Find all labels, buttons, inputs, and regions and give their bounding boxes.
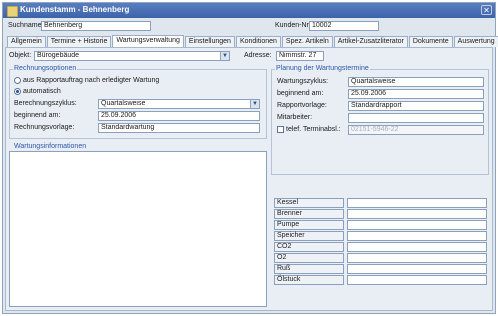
measurement-value-field[interactable] (347, 242, 487, 252)
close-icon[interactable]: ✕ (481, 5, 492, 15)
telef-terminabsl-checkbox[interactable] (277, 126, 284, 133)
measurement-value-field[interactable] (347, 231, 487, 241)
tab-bar: Allgemein Termine + Historie Wartungsver… (7, 35, 498, 47)
chevron-down-icon[interactable]: ▼ (250, 100, 259, 108)
berechnungszyklus-value: Quartalsweise (101, 100, 146, 107)
measurement-value-field[interactable] (347, 253, 487, 263)
title-bar[interactable]: Kundenstamm - Behnenberg ✕ (3, 3, 495, 18)
rapportvorlage-label: Rapportvorlage: (277, 102, 327, 109)
planung-beginn-label: beginnend am: (277, 90, 324, 97)
measurement-label: Brenner (274, 209, 344, 219)
mitarbeiter-field[interactable] (348, 113, 484, 123)
measurement-value-field[interactable] (347, 209, 487, 219)
measurement-label: Kessel (274, 198, 344, 208)
radio-rapportauftrag[interactable] (14, 77, 21, 84)
measurement-label: Ruß (274, 264, 344, 274)
measurement-value-field[interactable] (347, 264, 487, 274)
planung-beginn-field[interactable]: 25.09.2006 (348, 89, 484, 99)
measurement-value-field[interactable] (347, 198, 487, 208)
adresse-field[interactable]: Nimmstr. 27 (276, 51, 324, 61)
kundennr-field[interactable]: 10002 (309, 21, 379, 31)
measurement-label: O2 (274, 253, 344, 263)
rechnungsoptionen-title: Rechnungsoptionen (13, 65, 78, 72)
planung-title: Planung der Wartungstermine (275, 65, 370, 72)
wartungszyklus-field[interactable]: Quartalsweise (348, 77, 484, 87)
measurement-value-field[interactable] (347, 220, 487, 230)
tab-spez-artikeln[interactable]: Spez. Artikeln (281, 36, 333, 47)
kundennr-label: Kunden-Nr: (275, 22, 311, 29)
chevron-down-icon[interactable]: ▼ (220, 52, 229, 60)
berechnungszyklus-label: Berechnungszyklus: (14, 100, 77, 107)
tab-auswertung[interactable]: Auswertung (453, 36, 498, 47)
tab-dokumente[interactable]: Dokumente (408, 36, 453, 47)
radio-automatisch[interactable] (14, 88, 21, 95)
suchname-label: Suchname: (8, 22, 44, 29)
radio-automatisch-label: automatisch (23, 88, 61, 95)
rechnung-beginn-label: beginnend am: (14, 112, 61, 119)
wartungszyklus-label: Wartungszyklus: (277, 78, 329, 85)
tab-termine-historie[interactable]: Termine + Historie (46, 36, 112, 47)
suchname-field[interactable]: Behnenberg (41, 21, 151, 31)
rechnung-beginn-field[interactable]: 25.09.2006 (98, 111, 260, 121)
telef-terminabsl-label: telef. Terminabsl.: (286, 126, 341, 133)
measurement-label: Speicher (274, 231, 344, 241)
measurement-label: CO2 (274, 242, 344, 252)
tab-einstellungen[interactable]: Einstellungen (184, 36, 235, 47)
rapportvorlage-field[interactable]: Standardrapport (348, 101, 484, 111)
rechnungsvorlage-field[interactable]: Standardwartung (98, 123, 260, 133)
tab-wartungsverwaltung[interactable]: Wartungsverwaltung (112, 35, 184, 47)
adresse-label: Adresse: (244, 52, 272, 59)
telef-terminabsl-field[interactable]: 02151-5946-22 (348, 125, 484, 135)
wartungsinfo-title: Wartungsinformationen (13, 143, 88, 150)
rechnungsvorlage-label: Rechnungsvorlage: (14, 124, 75, 131)
objekt-select[interactable]: Bürogebäude ▼ (34, 51, 230, 61)
tab-konditionen[interactable]: Konditionen (235, 36, 281, 47)
app-icon (7, 6, 18, 17)
tab-artikel-zusatz[interactable]: Artikel-Zusatzliterator (333, 36, 408, 47)
kundenstamm-window: Kundenstamm - Behnenberg ✕ Suchname: Beh… (2, 2, 498, 314)
wartungsverwaltung-panel: Objekt: Bürogebäude ▼ Adresse: Nimmstr. … (5, 47, 493, 311)
wartungsinfo-textarea[interactable] (9, 151, 267, 307)
measurement-label: Pumpe (274, 220, 344, 230)
measurement-value-field[interactable] (347, 275, 487, 285)
tab-allgemein[interactable]: Allgemein (7, 36, 46, 47)
window-title: Kundenstamm - Behnenberg (20, 5, 130, 14)
objekt-value: Bürogebäude (37, 52, 80, 59)
mitarbeiter-label: Mitarbeiter: (277, 114, 313, 121)
radio-rapportauftrag-label: aus Rapportauftrag nach erledigter Wartu… (23, 77, 160, 84)
objekt-label: Objekt: (9, 52, 32, 59)
measurement-label: Ölstuck (274, 275, 344, 285)
berechnungszyklus-select[interactable]: Quartalsweise ▼ (98, 99, 260, 109)
